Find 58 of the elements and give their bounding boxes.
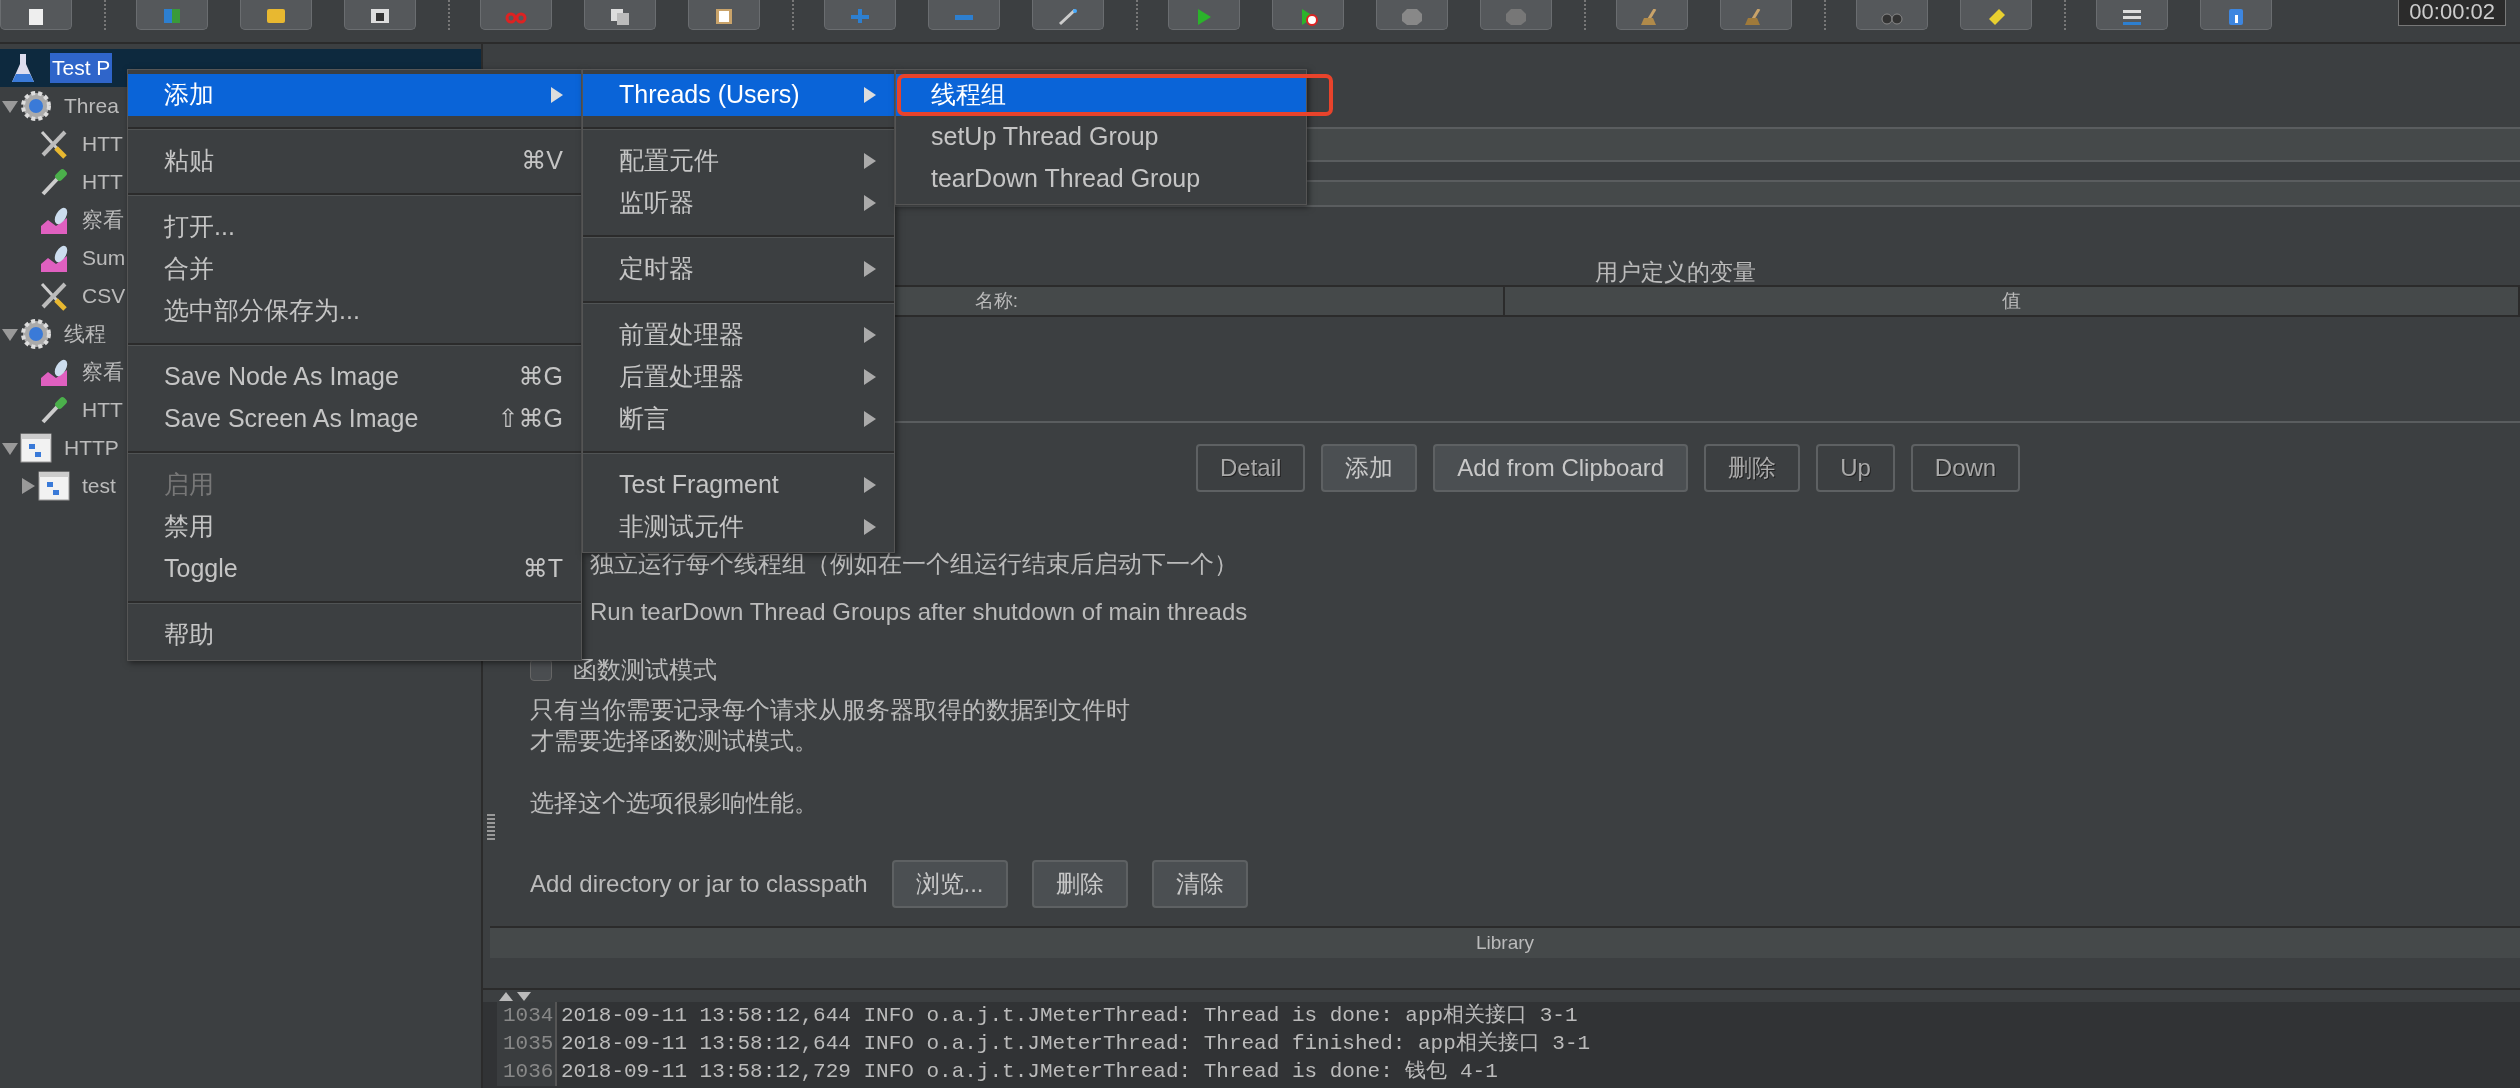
menu-item[interactable]: Save Node As Image ⌘G [128,356,581,398]
line-number: 1035 [497,1030,557,1058]
tree-item[interactable]: HTT [80,395,125,425]
action-button[interactable]: 浏览... [891,860,1008,908]
tree-item[interactable]: HTT [80,129,125,159]
column-header: Library [490,928,2520,958]
tree-item[interactable]: HTT [80,167,125,197]
menu-item[interactable]: Save Screen As Image ⇧⌘G [128,398,581,440]
option-label: 函数测试模式 [573,655,717,685]
menu-item[interactable]: Test Fragment [583,464,894,506]
shortcut-label: ⇧⌘G [497,403,563,435]
help-text: 只有当你需要记录每个请求从服务器取得的数据到文件时 [530,695,1131,725]
menu-item[interactable]: 打开... [128,206,581,248]
shortcut-label: ⌘T [522,553,563,585]
action-button[interactable]: 清除 [1151,860,1248,908]
line-number: 1034 [497,1002,557,1030]
menu-item[interactable]: 帮助 [128,614,581,656]
menu-item[interactable]: 禁用 [128,506,581,548]
menu-item[interactable]: 合并 [128,248,581,290]
menu-item[interactable]: 粘贴 ⌘V [128,140,581,182]
menu-item[interactable]: Toggle ⌘T [128,548,581,590]
help-text: 选择这个选项很影响性能。 [530,788,819,818]
tree-item[interactable]: Sum [80,243,128,273]
menu-item[interactable]: setUp Thread Group [896,116,1306,158]
menu-item[interactable]: 前置处理器 [583,314,894,356]
shortcut-label: ⌘G [518,361,563,393]
tree-item[interactable]: CSV [80,281,128,311]
column-header: 值 [1505,287,2520,315]
help-text: 才需要选择函数测试模式。 [530,726,819,756]
timer-display: 00:00:02 [2398,0,2506,26]
menu-item[interactable]: 非测试元件 [583,506,894,548]
log-line: 2018-09-11 13:58:12,644 INFO o.a.j.t.JMeterThread: Thread is done: app相关接口 3-1 [560,1002,1578,1029]
log-line: 2018-09-11 13:58:12,729 INFO o.a.j.t.JMeterThread: Thread is done: 钱包 4-1 [560,1059,1498,1085]
tree-item[interactable]: Threa [62,91,121,121]
classpath-label: Add directory or jar to classpath [530,869,868,899]
tree-item[interactable]: 察看 [80,357,126,387]
tree-item[interactable]: 察看 [80,205,126,235]
shortcut-label: ⌘V [521,145,563,177]
menu-item[interactable]: 监听器 [583,182,894,224]
option-label: Run tearDown Thread Groups after shutdown of main threads [590,597,1248,627]
menu-item[interactable]: Threads (Users) [583,74,894,116]
action-button[interactable]: 添加 [1321,444,1418,492]
tree-item[interactable]: 线程 [62,319,108,349]
menu-item[interactable]: 配置元件 [583,140,894,182]
action-button[interactable]: 删除 [1031,860,1128,908]
log-line: 2018-09-11 13:58:12,644 INFO o.a.j.t.JMeterThread: Thread finished: app相关接口 3-1 [560,1030,1591,1057]
tree-item[interactable]: Test P [50,53,113,83]
tree-item[interactable]: test [80,471,118,501]
menu-item[interactable]: 定时器 [583,248,894,290]
section-title: 用户定义的变量 [1594,259,1756,285]
action-button[interactable]: Add from Clipboard [1433,444,1689,492]
menu-item[interactable]: 断言 [583,398,894,440]
menu-item[interactable]: 后置处理器 [583,356,894,398]
option-label: 独立运行每个线程组（例如在一个组运行结束后启动下一个） [590,549,1238,579]
tree-item[interactable]: HTTP [62,433,121,463]
line-number: 1036 [497,1058,557,1086]
menu-item[interactable]: 添加 [128,74,581,116]
menu-item[interactable]: tearDown Thread Group [896,158,1306,200]
